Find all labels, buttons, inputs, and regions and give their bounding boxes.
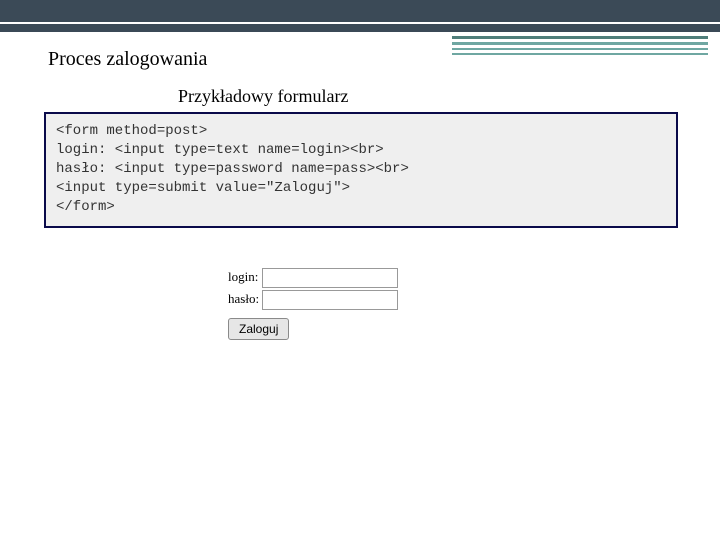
slide-subtitle: Przykładowy formularz [178, 86, 348, 107]
accent-line [452, 36, 708, 39]
form-row-login: login: [228, 268, 398, 288]
header-band-bottom [0, 24, 720, 32]
accent-line [452, 42, 708, 45]
form-row-password: hasło: [228, 290, 398, 310]
header-decor [0, 0, 720, 32]
accent-line [452, 53, 708, 55]
login-input[interactable] [262, 268, 398, 288]
header-band-top [0, 0, 720, 22]
password-label: hasło: [228, 291, 259, 307]
submit-button[interactable]: Zaloguj [228, 318, 289, 340]
slide-title: Proces zalogowania [48, 48, 207, 71]
password-input[interactable] [262, 290, 398, 310]
slide: Proces zalogowania Przykładowy formularz… [0, 0, 720, 540]
login-form: login: hasło: Zaloguj [228, 268, 398, 340]
accent-lines [452, 36, 708, 58]
login-label: login: [228, 269, 258, 285]
code-sample: <form method=post> login: <input type=te… [44, 112, 678, 228]
accent-line [452, 48, 708, 50]
